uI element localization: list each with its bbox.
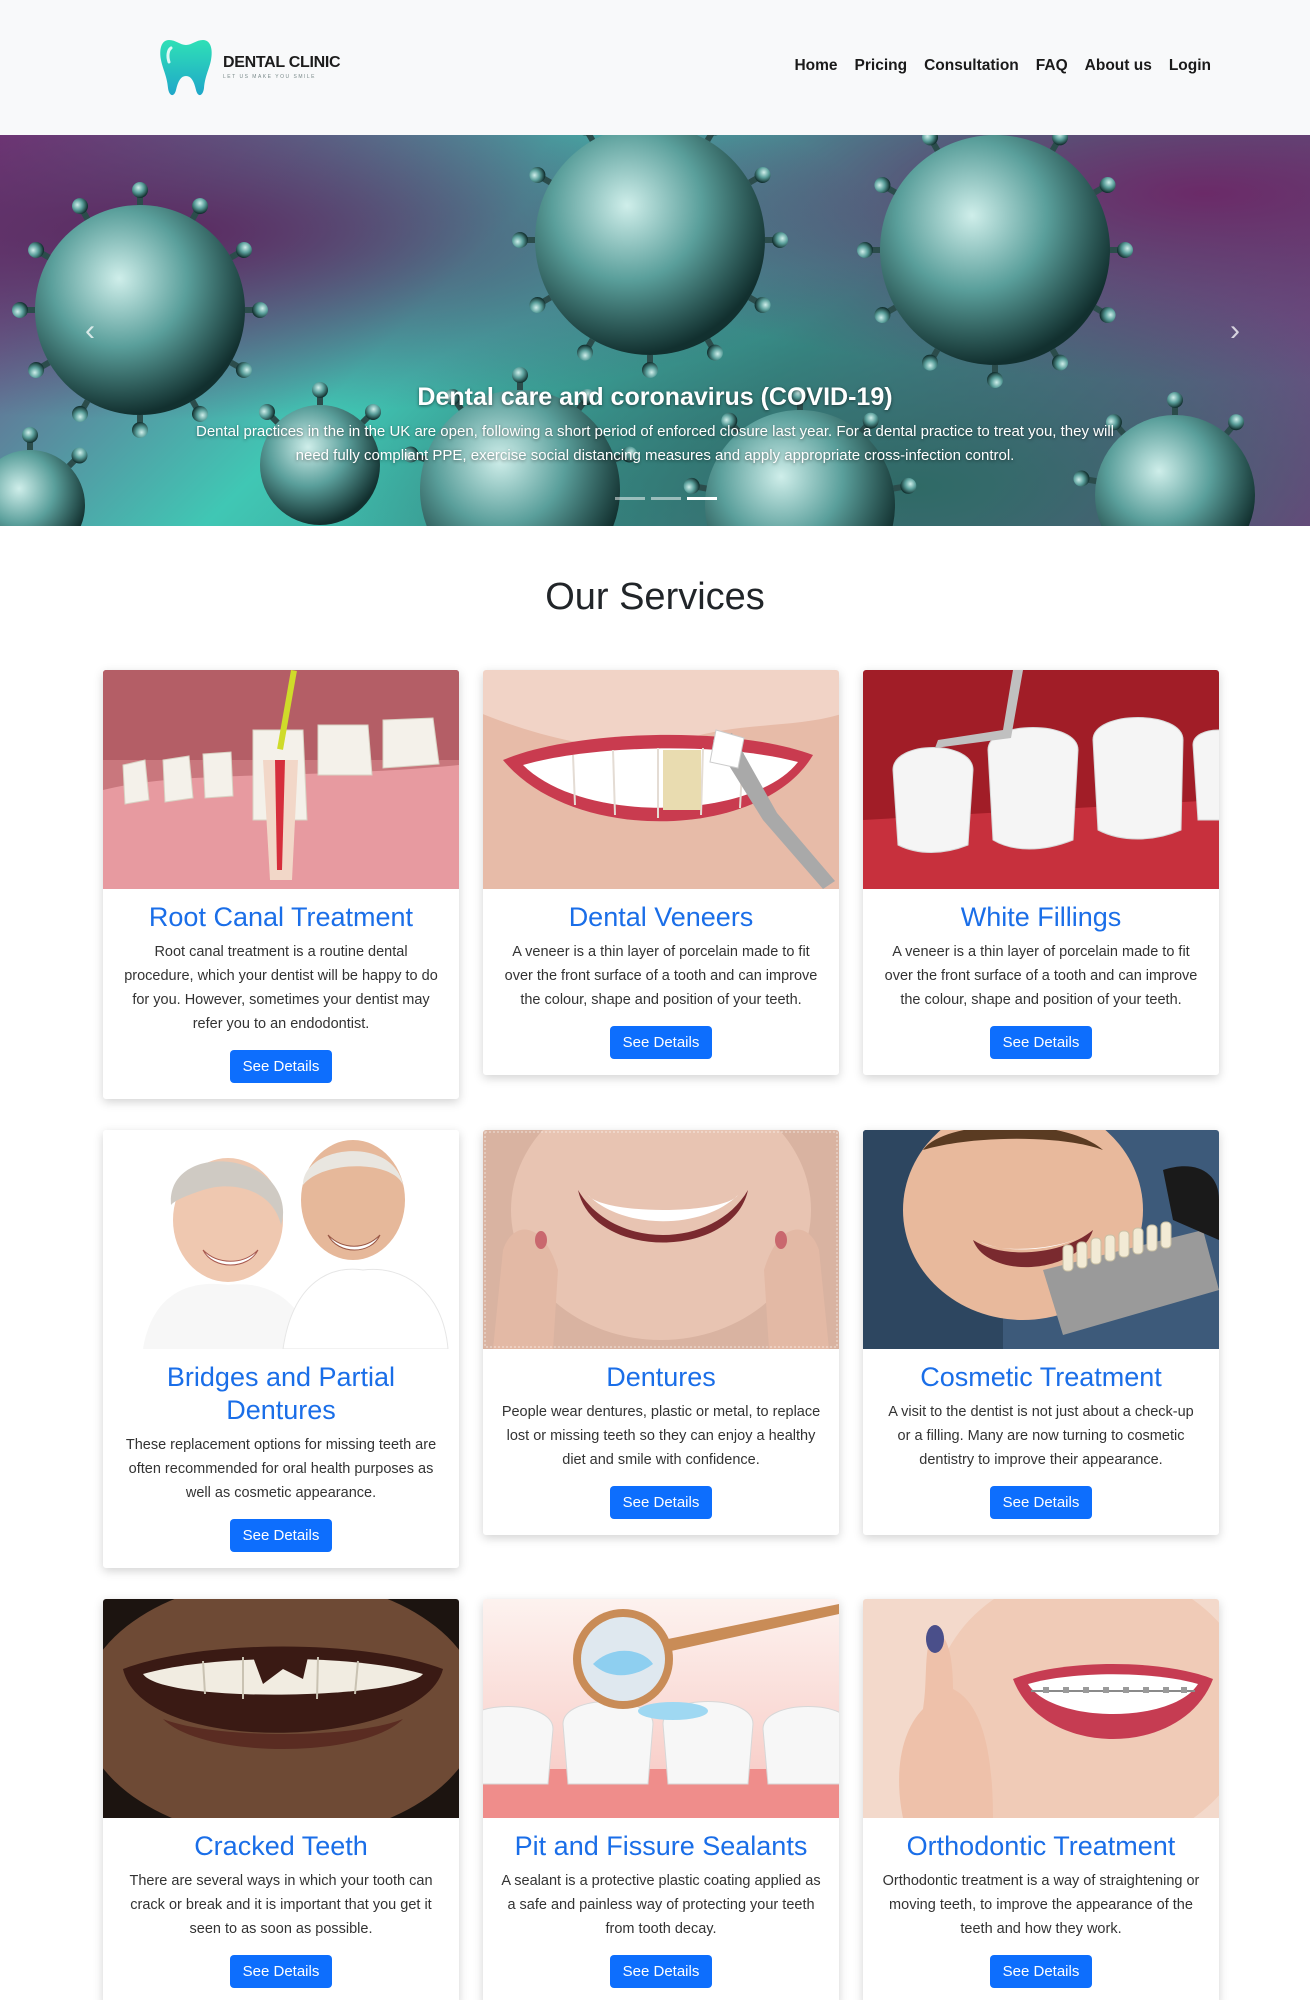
nav-link-faq[interactable]: FAQ	[1036, 57, 1068, 75]
sealants-image	[483, 1599, 839, 1818]
hero-title: Dental care and coronavirus (COVID-19)	[417, 383, 893, 411]
hero-caption: Dental care and coronavirus (COVID-19) D…	[0, 383, 1310, 468]
see-details-button[interactable]: See Details	[229, 1955, 333, 1988]
card-title: Root Canal Treatment	[148, 902, 414, 932]
tooth-logo-icon	[160, 40, 212, 96]
card-title: Cosmetic Treatment	[920, 1362, 1162, 1392]
card-text: A sealant is a protective plastic coatin…	[501, 1873, 821, 1937]
see-details-button[interactable]: See Details	[609, 1486, 713, 1519]
see-details-button[interactable]: See Details	[229, 1519, 333, 1552]
chevron-right-icon: ›	[1230, 314, 1240, 347]
service-card: White Fillings A veneer is a thin layer …	[863, 670, 1219, 1075]
bridges-image	[103, 1130, 459, 1349]
brand-tagline: LET US MAKE YOU SMILE	[223, 74, 317, 80]
service-card: Cosmetic Treatment A visit to the dentis…	[863, 1130, 1219, 1535]
service-card: Pit and Fissure Sealants A sealant is a …	[483, 1599, 839, 2000]
card-title: Dental Veneers	[568, 902, 754, 932]
services-title: Our Services	[545, 576, 765, 618]
see-details-button[interactable]: See Details	[609, 1955, 713, 1988]
card-title: Pit and Fissure Sealants	[514, 1831, 808, 1861]
see-details-button[interactable]: See Details	[229, 1050, 333, 1083]
hero-carousel: ‹ › Dental care and coronavirus (COVID-1…	[0, 135, 1310, 526]
cracked-teeth-image	[103, 1599, 459, 1818]
card-text: A visit to the dentist is not just about…	[888, 1404, 1194, 1468]
navbar: DENTAL CLINIC LET US MAKE YOU SMILE Home…	[0, 0, 1310, 135]
dentures-image	[483, 1130, 839, 1349]
card-title: White Fillings	[960, 902, 1122, 932]
service-card: Bridges and Partial Dentures These repla…	[103, 1130, 459, 1568]
carousel-indicator-3[interactable]	[687, 497, 717, 500]
brand-name: DENTAL CLINIC	[223, 54, 341, 71]
service-card: Root Canal Treatment Root canal treatmen…	[103, 670, 459, 1099]
card-text: A veneer is a thin layer of porcelain ma…	[884, 944, 1198, 1008]
card-text: A veneer is a thin layer of porcelain ma…	[504, 944, 818, 1008]
card-text: Orthodontic treatment is a way of straig…	[882, 1873, 1200, 1937]
nav-link-pricing[interactable]: Pricing	[855, 57, 908, 75]
card-title: Bridges and Partial Dentures	[166, 1362, 396, 1425]
carousel-indicators	[615, 497, 717, 500]
nav-link-login[interactable]: Login	[1169, 57, 1211, 75]
nav-link-home[interactable]: Home	[794, 57, 837, 75]
card-title: Dentures	[606, 1362, 716, 1392]
carousel-next-button[interactable]: ›	[1220, 313, 1250, 349]
see-details-button[interactable]: See Details	[609, 1026, 713, 1059]
card-title: Cracked Teeth	[194, 1831, 368, 1861]
nav-link-consultation[interactable]: Consultation	[924, 57, 1019, 75]
carousel-indicator-2[interactable]	[651, 497, 681, 500]
hero-text: Dental practices in the in the UK are op…	[196, 423, 1114, 464]
card-text: These replacement options for missing te…	[125, 1437, 437, 1501]
veneers-image	[483, 670, 839, 889]
carousel-prev-button[interactable]: ‹	[75, 313, 105, 349]
card-title: Orthodontic Treatment	[906, 1831, 1176, 1861]
card-text: There are several ways in which your too…	[129, 1873, 433, 1937]
carousel-indicator-1[interactable]	[615, 497, 645, 500]
nav-menu: Home Pricing Consultation FAQ About us L…	[794, 57, 1211, 75]
white-fillings-image	[863, 670, 1219, 889]
service-card: Dental Veneers A veneer is a thin layer …	[483, 670, 839, 1075]
service-card: Orthodontic Treatment Orthodontic treatm…	[863, 1599, 1219, 2000]
brand-logo[interactable]: DENTAL CLINIC LET US MAKE YOU SMILE	[159, 36, 341, 98]
see-details-button[interactable]: See Details	[989, 1955, 1093, 1988]
see-details-button[interactable]: See Details	[989, 1026, 1093, 1059]
orthodontic-image	[863, 1599, 1219, 1818]
service-card: Cracked Teeth There are several ways in …	[103, 1599, 459, 2000]
card-text: People wear dentures, plastic or metal, …	[501, 1404, 821, 1468]
card-text: Root canal treatment is a routine dental…	[124, 944, 438, 1032]
chevron-left-icon: ‹	[85, 314, 95, 347]
service-card: Dentures People wear dentures, plastic o…	[483, 1130, 839, 1535]
nav-link-about[interactable]: About us	[1085, 57, 1152, 75]
root-canal-image	[103, 670, 459, 889]
see-details-button[interactable]: See Details	[989, 1486, 1093, 1519]
cosmetic-image	[863, 1130, 1219, 1349]
